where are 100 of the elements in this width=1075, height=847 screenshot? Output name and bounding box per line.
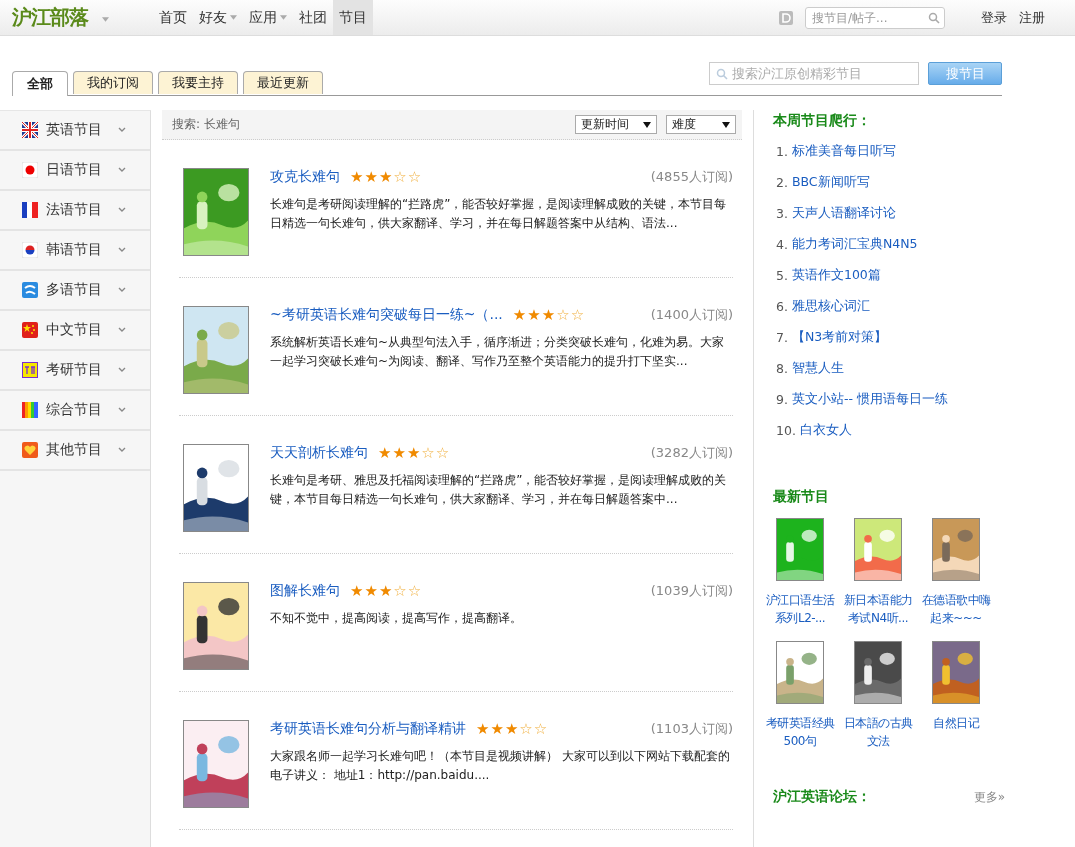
program-title[interactable]: ~考研英语长难句突破每日一练~（... — [270, 306, 503, 324]
chevron-icon — [118, 207, 126, 213]
program-link[interactable]: 日本語の古典文法 — [839, 714, 917, 750]
rank-number: 1. — [776, 144, 788, 159]
rank-number: 7. — [776, 330, 788, 345]
program-link[interactable]: 新日本语能力考试N4听... — [839, 591, 917, 627]
chevron-icon — [118, 247, 126, 253]
filled-star-icon: ★ — [392, 445, 406, 461]
rank-number: 5. — [776, 268, 788, 283]
filled-star-icon: ★ — [541, 307, 556, 323]
filled-star-icon: ★ — [364, 169, 378, 185]
filled-star-icon: ★ — [406, 445, 421, 461]
program-description: 系统解析英语长难句~从典型句法入手，循序渐进；分类突破长难句，化难为易。大家一起学习突破长难句~为阅读、翻译、写作乃至整个英语能力的提升打下坚实... — [270, 334, 726, 370]
sidebar-item[interactable]: 综合节目 — [0, 391, 150, 431]
rank-number: 8. — [776, 361, 788, 376]
rank-number: 2. — [776, 175, 788, 190]
dropdown-arrow-icon — [722, 121, 730, 128]
empty-star-icon: ☆ — [556, 307, 570, 323]
program-title[interactable]: 考研英语长难句分析与翻译精讲 — [270, 720, 466, 738]
sidebar-item[interactable]: 英语节目 — [0, 111, 150, 151]
sidebar-item[interactable]: 多语节目 — [0, 271, 150, 311]
program-title[interactable]: 图解长难句 — [270, 582, 340, 600]
chevron-icon — [118, 327, 126, 333]
chevron-icon — [118, 367, 126, 373]
ranking-link[interactable]: 能力考词汇宝典N4N5 — [791, 236, 918, 253]
dropdown-arrow-icon — [643, 121, 651, 128]
caret-icon — [102, 17, 109, 22]
subscriber-count: (4855人订阅) — [650, 168, 733, 186]
empty-star-icon: ☆ — [393, 583, 407, 599]
program-link[interactable]: 考研英语经典500句 — [761, 714, 839, 750]
nav-item[interactable]: 社团 — [293, 0, 333, 35]
filled-star-icon: ★ — [378, 169, 393, 185]
program-description: 长难句是考研、雅思及托福阅读理解的“拦路虎”，能否较好掌握，是阅读理解成败的关键，本节目每日精选一句长难句，供大家翻译、学习，并在每日解题答案中... — [270, 472, 728, 508]
ranking-link[interactable]: 白衣女人 — [799, 422, 852, 439]
rank-number: 3. — [776, 206, 788, 221]
filled-star-icon: ★ — [364, 583, 378, 599]
ranking-link[interactable]: 英文小站-- 惯用语每日一练 — [791, 391, 948, 408]
empty-star-icon: ☆ — [533, 721, 548, 737]
more-link[interactable]: 更多» — [973, 788, 1005, 806]
filled-star-icon: ★ — [378, 445, 392, 461]
nav-item[interactable]: 首页 — [153, 0, 193, 35]
chevron-icon — [118, 287, 126, 293]
ranking-link[interactable]: 雅思核心词汇 — [791, 298, 870, 315]
nav-item[interactable]: 好友 — [193, 0, 243, 35]
filled-star-icon: ★ — [476, 721, 490, 737]
ranking-link[interactable]: 英语作文100篇 — [791, 267, 881, 284]
search-icon — [928, 11, 940, 24]
ranking-link[interactable]: 天声人语翻译讨论 — [791, 205, 896, 222]
auth-link[interactable]: 注册 — [1019, 8, 1045, 27]
program-description: 不知不觉中，提高阅读，提高写作，提高翻译。 — [270, 610, 523, 627]
empty-star-icon: ☆ — [393, 169, 407, 185]
chevron-icon — [118, 127, 126, 133]
empty-star-icon: ☆ — [407, 583, 422, 599]
sort-dropdown[interactable]: 更新时间 — [575, 115, 657, 134]
search-query: 搜索: 长难句 — [172, 116, 241, 133]
tab[interactable]: 我的订阅 — [73, 71, 153, 94]
sidebar-item[interactable]: 日语节目 — [0, 151, 150, 191]
tab[interactable]: 我要主持 — [158, 71, 238, 94]
ranking-link[interactable]: 标准美音每日听写 — [791, 143, 896, 160]
sidebar-item[interactable]: 考研节目 — [0, 351, 150, 391]
site-logo[interactable]: 沪江部落 — [12, 4, 88, 31]
app-icon[interactable] — [779, 10, 793, 25]
empty-star-icon: ☆ — [407, 169, 422, 185]
nav-item[interactable]: 应用 — [243, 0, 293, 35]
filled-star-icon: ★ — [350, 169, 364, 185]
search-icon — [716, 67, 728, 80]
subscriber-count: (1039人订阅) — [650, 582, 733, 600]
auth-link[interactable]: 登录 — [981, 8, 1007, 27]
nav-item[interactable]: 节目 — [333, 0, 373, 35]
sidebar-item[interactable]: 法语节目 — [0, 191, 150, 231]
chevron-icon — [118, 167, 126, 173]
ranking-link[interactable]: 【N3考前对策】 — [791, 329, 888, 346]
rank-number: 10. — [776, 423, 796, 438]
program-link[interactable]: 在德语歌中嗨起来~~~ — [917, 591, 995, 627]
subscriber-count: (1103人订阅) — [650, 720, 733, 738]
ranking-link[interactable]: 智慧人生 — [791, 360, 844, 377]
difficulty-dropdown[interactable]: 难度 — [666, 115, 736, 134]
ranking-link[interactable]: BBC新闻听写 — [791, 174, 870, 191]
section-heading: 本周节目爬行： — [773, 112, 872, 130]
section-heading: 最新节目 — [773, 488, 830, 506]
program-search-field[interactable]: 搜索沪江原创精彩节目 — [709, 62, 919, 85]
program-title[interactable]: 攻克长难句 — [270, 168, 340, 186]
program-title[interactable]: 天天剖析长难句 — [270, 444, 368, 462]
filled-star-icon: ★ — [490, 721, 504, 737]
empty-star-icon: ☆ — [435, 445, 450, 461]
empty-star-icon: ☆ — [519, 721, 533, 737]
tab[interactable]: 最近更新 — [243, 71, 323, 94]
tab[interactable]: 全部 — [12, 71, 68, 96]
program-description: 长难句是考研阅读理解的“拦路虎”，能否较好掌握，是阅读理解成败的关键，本节目每日精选一句长难句，供大家翻译、学习，并在每日解题答案中从结构、语法... — [270, 196, 728, 232]
program-link[interactable]: 沪江口语生活系列L2-... — [761, 591, 839, 627]
program-description: 大家跟名师一起学习长难句吧！（本节目是视频讲解） 大家可以到以下网站下载配套的电子讲义： 地址1：http://pan.baidu.... — [270, 748, 731, 784]
filled-star-icon: ★ — [378, 583, 393, 599]
filled-star-icon: ★ — [504, 721, 519, 737]
program-link[interactable]: 自然日记 — [917, 714, 995, 732]
filled-star-icon: ★ — [350, 583, 364, 599]
sidebar-item[interactable]: 其他节目 — [0, 431, 150, 471]
sidebar-item[interactable]: 中文节目 — [0, 311, 150, 351]
sidebar-item[interactable]: 韩语节目 — [0, 231, 150, 271]
search-field[interactable]: 搜节目/帖子... — [805, 6, 945, 29]
rank-number: 9. — [776, 392, 788, 407]
